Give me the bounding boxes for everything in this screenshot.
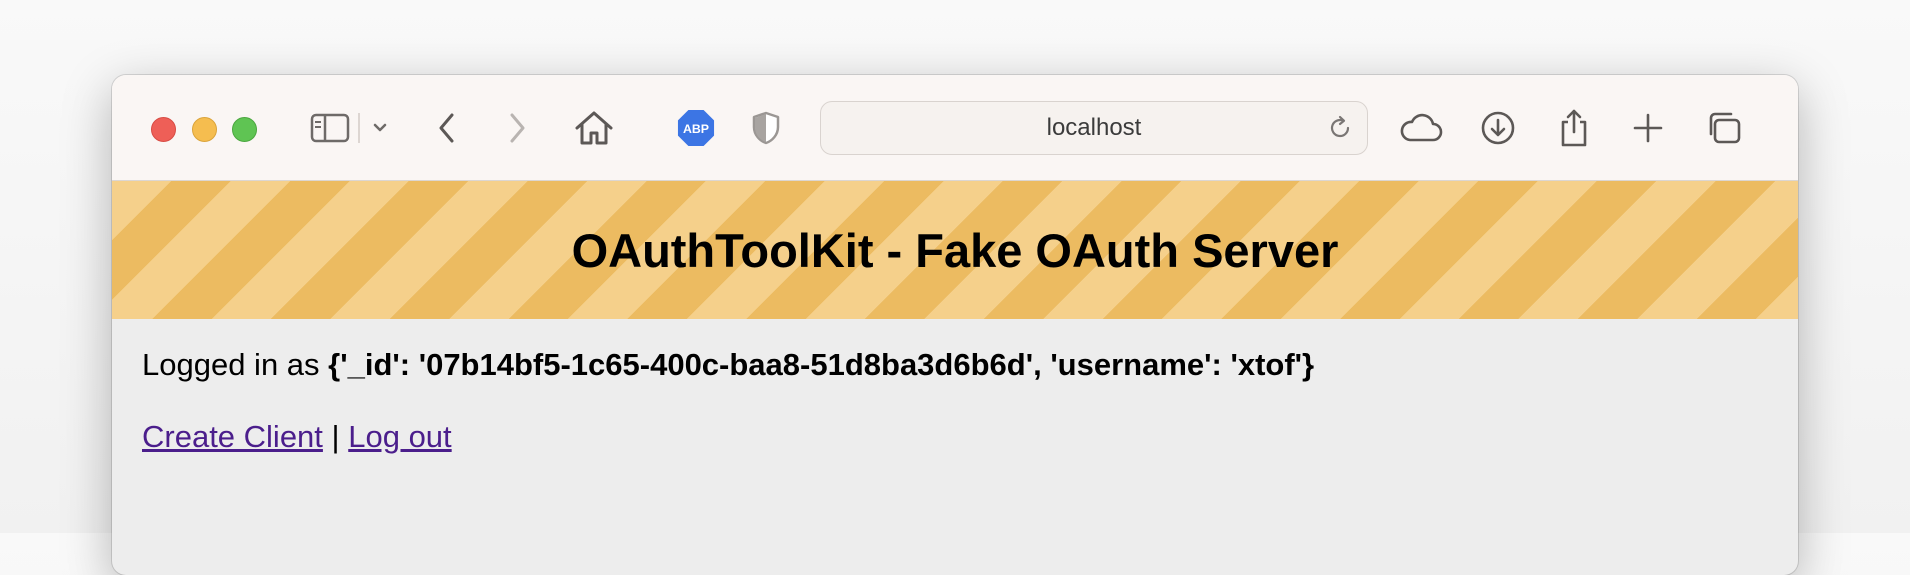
tabs-overview-icon[interactable]: [1702, 105, 1746, 151]
logged-in-status: Logged in as {'_id': '07b14bf5-1c65-400c…: [142, 345, 1768, 385]
logout-link[interactable]: Log out: [348, 419, 451, 454]
download-icon[interactable]: [1476, 105, 1520, 151]
action-links: Create Client | Log out: [142, 417, 1768, 457]
logged-in-prefix: Logged in as: [142, 347, 320, 382]
cloud-icon[interactable]: [1398, 105, 1444, 151]
sidebar-icon[interactable]: [308, 105, 352, 151]
chevron-down-icon[interactable]: [368, 105, 392, 151]
page-content: Logged in as {'_id': '07b14bf5-1c65-400c…: [142, 345, 1768, 457]
close-window-button[interactable]: [151, 117, 176, 142]
zoom-window-button[interactable]: [232, 117, 257, 142]
page-title: OAuthToolKit - Fake OAuth Server: [571, 223, 1339, 277]
share-icon[interactable]: [1552, 105, 1596, 151]
logged-in-user: {'_id': '07b14bf5-1c65-400c-baa8-51d8ba3…: [328, 347, 1315, 382]
create-client-link[interactable]: Create Client: [142, 419, 323, 454]
header-banner: OAuthToolKit - Fake OAuth Server: [112, 181, 1798, 319]
browser-toolbar: ABP localhost: [112, 75, 1798, 181]
link-separator: |: [331, 419, 340, 454]
adblock-label: ABP: [683, 122, 709, 136]
address-bar[interactable]: localhost: [820, 101, 1368, 155]
adblock-icon[interactable]: ABP: [674, 105, 718, 151]
forward-icon[interactable]: [502, 105, 532, 151]
browser-window: ABP localhost OAuthToolKit - Fake OAuth …: [112, 75, 1798, 575]
minimize-window-button[interactable]: [192, 117, 217, 142]
back-icon[interactable]: [432, 105, 462, 151]
privacy-shield-icon[interactable]: [748, 105, 784, 151]
home-icon[interactable]: [572, 105, 616, 151]
toolbar-divider: [358, 105, 360, 151]
new-tab-icon[interactable]: [1626, 105, 1670, 151]
url-text[interactable]: localhost: [821, 102, 1367, 154]
reload-icon[interactable]: [1327, 115, 1353, 146]
